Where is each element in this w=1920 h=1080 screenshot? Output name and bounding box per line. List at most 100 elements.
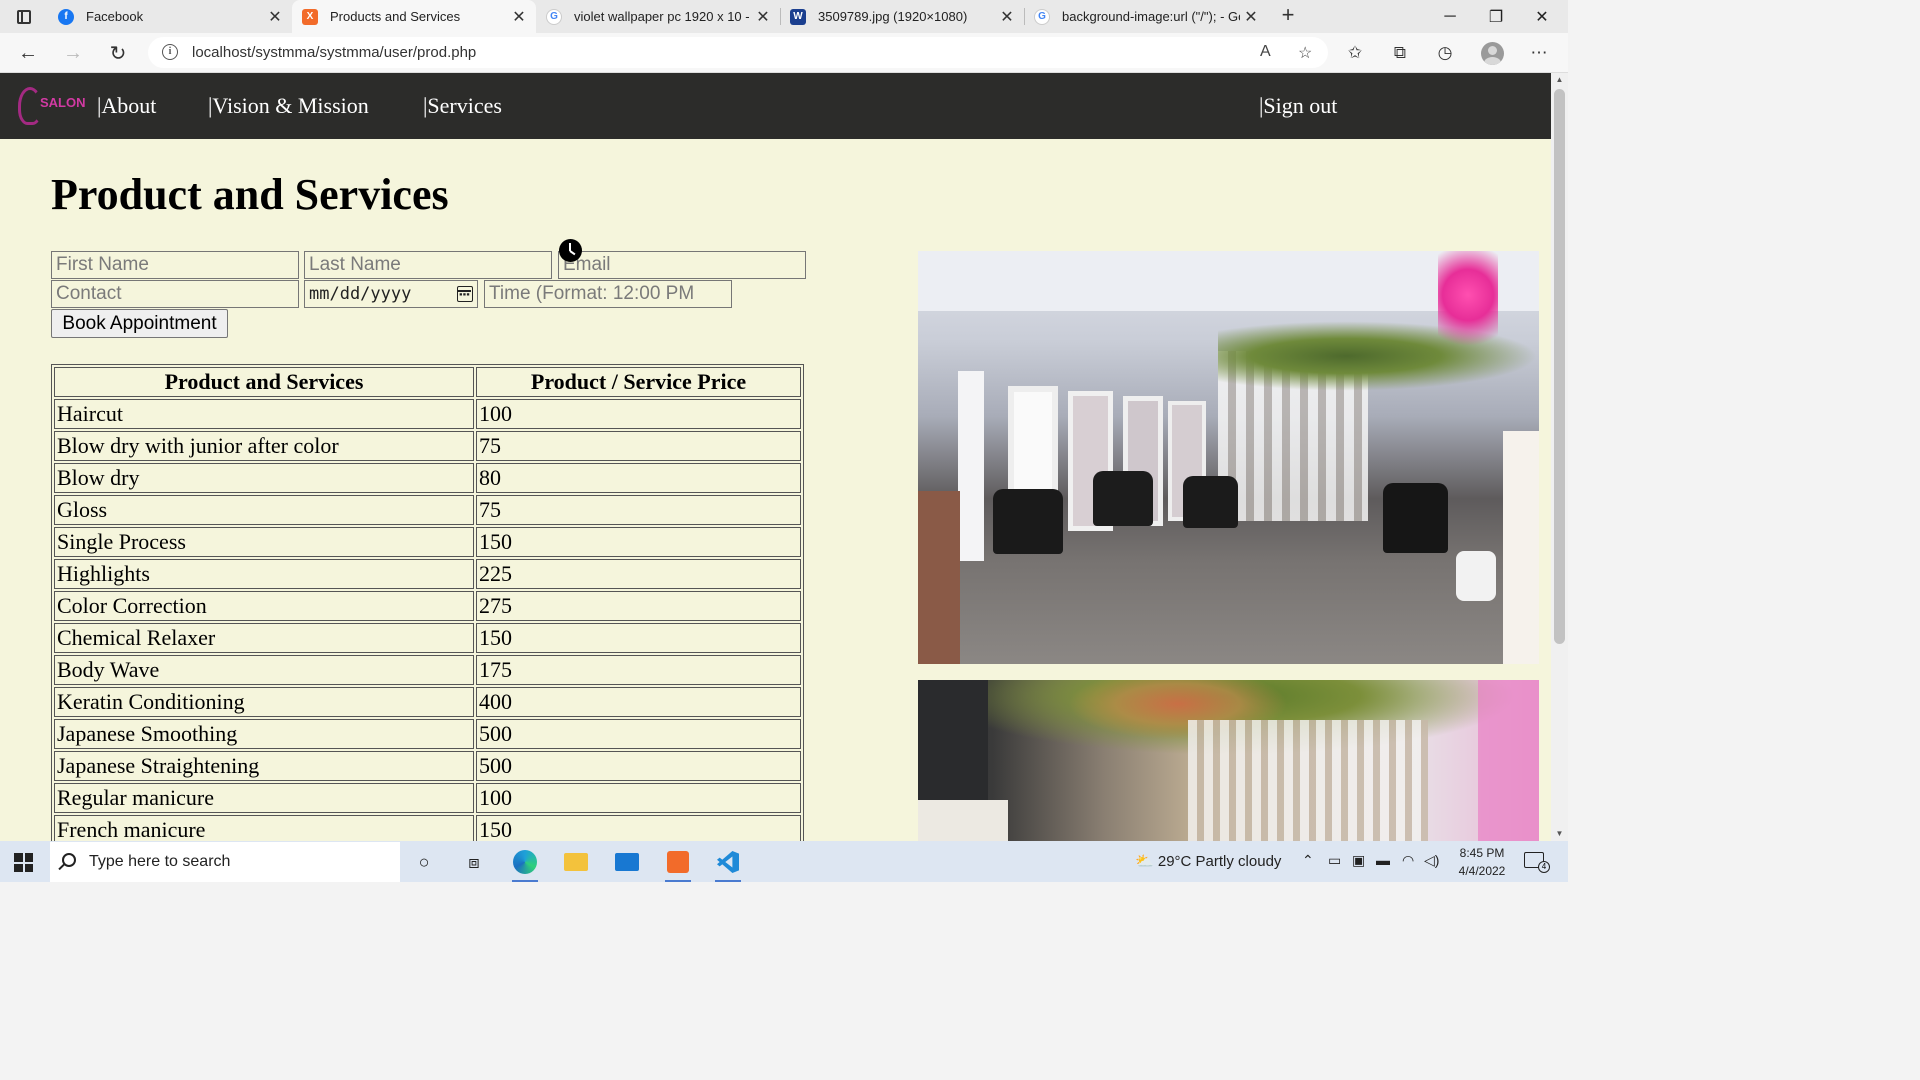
price-cell: 150 <box>476 527 801 557</box>
book-appointment-button[interactable]: Book Appointment <box>51 309 228 338</box>
contact-input[interactable] <box>51 280 299 308</box>
product-name-cell: Chemical Relaxer <box>54 623 474 653</box>
price-cell: 500 <box>476 719 801 749</box>
tab-facebook[interactable]: f Facebook ✕ <box>48 0 292 33</box>
refresh-icon[interactable]: ↻ <box>104 39 132 67</box>
table-row: French manicure 150 <box>54 815 801 841</box>
product-name-cell: Blow dry <box>54 463 474 493</box>
google-icon: G <box>546 8 562 25</box>
tab-wallpaper-image[interactable]: W 3509789.jpg (1920×1080) ✕ <box>780 0 1024 33</box>
file-explorer-icon[interactable] <box>557 845 595 879</box>
tab-actions-icon[interactable] <box>10 6 38 28</box>
close-tab-icon[interactable]: ✕ <box>508 7 530 27</box>
cortana-icon[interactable]: ○ <box>405 845 443 879</box>
read-aloud-icon[interactable]: A <box>1260 43 1271 61</box>
restore-icon[interactable]: ❐ <box>1473 0 1519 33</box>
product-name-cell: Highlights <box>54 559 474 589</box>
table-row: Blow dry 80 <box>54 463 801 493</box>
task-view-icon[interactable]: ⧈ <box>455 845 493 879</box>
close-tab-icon[interactable]: ✕ <box>996 7 1018 27</box>
chevron-up-icon[interactable]: ⌃ <box>1302 852 1314 869</box>
price-cell: 100 <box>476 399 801 429</box>
page-title: Product and Services <box>51 170 449 219</box>
calendar-icon[interactable] <box>457 286 473 302</box>
partly-cloudy-icon: ⛅ <box>1135 853 1154 870</box>
forward-arrow-icon[interactable]: → <box>59 39 87 67</box>
salon-decor-photo <box>918 680 1539 841</box>
site-info-icon[interactable]: i <box>162 44 178 60</box>
appointment-date-input[interactable]: mm/dd/yyyy <box>304 280 478 308</box>
edge-browser-icon[interactable] <box>506 845 544 882</box>
vscode-icon[interactable] <box>709 845 747 882</box>
salon-interior-photo <box>918 251 1539 664</box>
first-name-input[interactable] <box>51 251 299 279</box>
minimize-icon[interactable]: ─ <box>1427 0 1473 33</box>
time-input[interactable] <box>484 280 732 308</box>
notification-center-icon[interactable]: 4 <box>1524 852 1550 873</box>
close-tab-icon[interactable]: ✕ <box>1240 7 1262 27</box>
tab-violet-wallpaper[interactable]: G violet wallpaper pc 1920 x 10 - G ✕ <box>536 0 780 33</box>
nav-link-sign-out[interactable]: |Sign out <box>1259 93 1337 119</box>
volume-icon[interactable]: ◁) <box>1424 852 1439 869</box>
date-placeholder: mm/dd/yyyy <box>309 284 412 304</box>
close-tab-icon[interactable]: ✕ <box>752 7 774 27</box>
salon-logo[interactable]: SALON <box>18 87 88 127</box>
tab-title: Products and Services <box>330 9 461 24</box>
tab-products-and-services[interactable]: X Products and Services ✕ <box>292 0 536 33</box>
weather-text: 29°C Partly cloudy <box>1157 853 1282 870</box>
taskbar-clock[interactable]: 8:45 PM 4/4/2022 <box>1452 844 1512 880</box>
device-icon[interactable]: ▭ <box>1328 852 1341 869</box>
salon-logo-icon <box>18 87 42 125</box>
favorites-icon[interactable]: ✩ <box>1343 41 1367 65</box>
address-bar[interactable]: i localhost/systmma/systmma/user/prod.ph… <box>148 37 1328 68</box>
more-options-icon[interactable]: ⋯ <box>1527 41 1551 65</box>
tab-background-image-search[interactable]: G background-image:url ("/"); - Go ✕ <box>1024 0 1268 33</box>
windows-taskbar: Type here to search ○ ⧈ ⛅ 29°C Partly cl… <box>0 841 1568 882</box>
profile-avatar[interactable] <box>1481 42 1504 65</box>
xampp-app-icon[interactable] <box>659 845 697 882</box>
mail-icon[interactable] <box>608 845 646 879</box>
browser-tab-strip: f Facebook ✕ X Products and Services ✕ G… <box>0 0 1568 33</box>
address-bar-row: ← → ↻ i localhost/systmma/systmma/user/p… <box>0 33 1568 73</box>
google-icon: G <box>1034 8 1050 25</box>
url-text[interactable]: localhost/systmma/systmma/user/prod.php <box>192 44 476 61</box>
clock-date: 4/4/2022 <box>1458 864 1506 878</box>
busy-cursor-icon <box>559 239 582 262</box>
column-header-product: Product and Services <box>54 367 474 397</box>
new-tab-icon[interactable]: + <box>1276 4 1300 28</box>
page-scrollbar[interactable]: ▲ ▼ <box>1551 73 1568 841</box>
collections-icon[interactable]: ⧉ <box>1388 41 1412 65</box>
search-placeholder: Type here to search <box>89 853 231 870</box>
taskbar-search-box[interactable]: Type here to search <box>50 842 400 882</box>
scrollbar-thumb[interactable] <box>1554 89 1565 644</box>
tab-title: 3509789.jpg (1920×1080) <box>818 9 968 24</box>
weather-widget[interactable]: ⛅ 29°C Partly cloudy <box>1135 852 1281 870</box>
meet-now-icon[interactable]: ▣ <box>1352 852 1365 869</box>
history-icon[interactable]: ◷ <box>1433 41 1457 65</box>
windows-start-icon[interactable] <box>14 853 33 872</box>
back-arrow-icon[interactable]: ← <box>14 39 42 67</box>
scroll-up-arrow-icon[interactable]: ▲ <box>1551 73 1568 87</box>
nav-link-services[interactable]: |Services <box>423 93 502 119</box>
last-name-input[interactable] <box>304 251 552 279</box>
nav-link-about[interactable]: |About <box>97 93 156 119</box>
battery-icon[interactable]: ▬ <box>1376 852 1390 868</box>
add-favorite-icon[interactable]: ☆ <box>1298 43 1312 63</box>
close-tab-icon[interactable]: ✕ <box>264 7 286 27</box>
table-row: Keratin Conditioning 400 <box>54 687 801 717</box>
scroll-down-arrow-icon[interactable]: ▼ <box>1551 827 1568 841</box>
tab-title: violet wallpaper pc 1920 x 10 - G <box>574 9 752 24</box>
email-input[interactable] <box>558 251 806 279</box>
price-cell: 225 <box>476 559 801 589</box>
facebook-icon: f <box>58 8 74 25</box>
table-row: Blow dry with junior after color 75 <box>54 431 801 461</box>
product-name-cell: Single Process <box>54 527 474 557</box>
nav-link-vision-mission[interactable]: |Vision & Mission <box>208 93 369 119</box>
table-row: Japanese Smoothing 500 <box>54 719 801 749</box>
product-name-cell: Blow dry with junior after color <box>54 431 474 461</box>
wifi-icon[interactable]: ◠ <box>1402 852 1414 869</box>
price-cell: 75 <box>476 431 801 461</box>
product-name-cell: Keratin Conditioning <box>54 687 474 717</box>
close-window-icon[interactable]: ✕ <box>1519 0 1565 33</box>
table-row: Gloss 75 <box>54 495 801 525</box>
